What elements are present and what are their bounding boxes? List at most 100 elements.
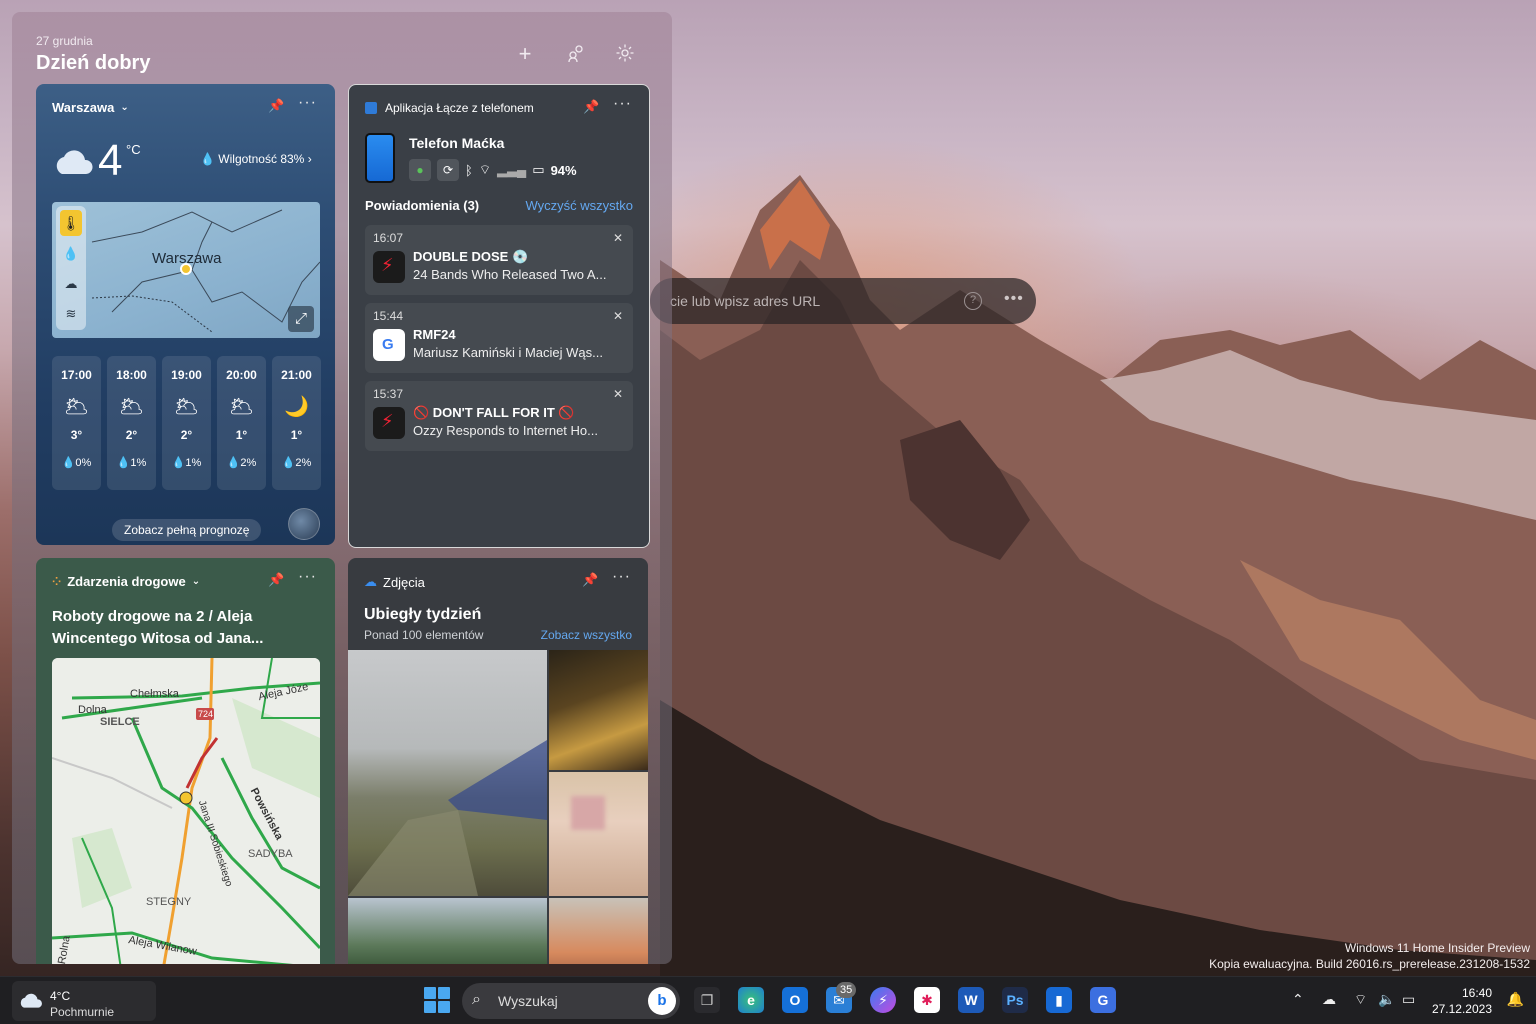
sync-icon[interactable]: ⟳ — [437, 159, 459, 181]
trello-icon[interactable]: ▮ — [1046, 987, 1072, 1013]
notification-title: RMF24 — [413, 327, 456, 342]
traffic-headline[interactable]: Roboty drogowe na 2 / Aleja Wincentego W… — [52, 606, 320, 650]
phone-link-header: Aplikacja Łącze z telefonem — [365, 101, 534, 115]
expand-icon[interactable]: ⤢ — [288, 306, 314, 332]
photos-header: ☁ Zdjęcia — [364, 574, 425, 590]
cloud-layer-icon[interactable]: ☁ — [62, 276, 80, 294]
see-all-link[interactable]: Zobacz wszystko — [541, 628, 632, 642]
clear-all-link[interactable]: Wyczyść wszystko — [526, 198, 634, 213]
district-label: SADYBA — [248, 848, 293, 860]
task-view-icon[interactable]: ❐ — [694, 987, 720, 1013]
taskbar-clock[interactable]: 16:40 27.12.2023 — [1432, 985, 1492, 1017]
settings-gear-icon[interactable] — [614, 43, 636, 65]
bing-icon[interactable]: b — [648, 987, 676, 1015]
hour-temp: 1° — [235, 428, 248, 442]
close-icon[interactable]: ✕ — [613, 387, 623, 401]
district-label: STEGNY — [146, 896, 192, 908]
wifi-icon[interactable]: ⌔ — [1354, 991, 1367, 1009]
notification-item[interactable]: 15:37 ✕ 🚫 DON'T FALL FOR IT 🚫 Ozzy Respo… — [365, 381, 633, 451]
search-icon: ⌕ — [472, 991, 481, 1008]
people-icon[interactable] — [566, 43, 588, 65]
notifications-label: Powiadomienia (3) — [365, 198, 480, 213]
full-forecast-button[interactable]: Zobacz pełną prognozę — [112, 519, 262, 541]
photos-count: Ponad 100 elementów — [364, 628, 484, 642]
hour-forecast-item[interactable]: 19:00 🌥 2° 💧1% — [162, 356, 211, 490]
humidity-link[interactable]: 💧 Wilgotność 83% › — [200, 152, 312, 166]
wind-icon[interactable]: ≋ — [62, 306, 80, 324]
edge-canary-icon[interactable]: e — [738, 987, 764, 1013]
photo-thumbnail[interactable] — [348, 650, 547, 896]
map-city-label: Warszawa — [152, 250, 222, 267]
photo-thumbnail[interactable] — [549, 772, 648, 896]
hour-forecast-item[interactable]: 20:00 🌥 1° 💧2% — [217, 356, 266, 490]
traffic-header[interactable]: ⁘ Zdarzenia drogowe ⌄ — [52, 574, 200, 589]
app-avatar-icon — [373, 251, 405, 283]
taskbar-search[interactable]: ⌕ Wyszukaj b — [462, 983, 680, 1019]
watermark-line-1: Windows 11 Home Insider Preview — [1344, 941, 1530, 955]
phone-status-row: ● ⟳ ᛒ ⌔ ▂▃▄ ▭ 94% — [409, 159, 577, 181]
photoshop-icon[interactable]: Ps — [1002, 987, 1028, 1013]
messenger-icon[interactable]: ⚡ — [870, 987, 896, 1013]
windows-watermark: Windows 11 Home Insider Preview Kopia ew… — [1209, 940, 1530, 972]
search-placeholder: Wyszukaj — [498, 993, 558, 1009]
notification-item[interactable]: 16:07 ✕ DOUBLE DOSE 💿 24 Bands Who Relea… — [365, 225, 633, 295]
traffic-widget[interactable]: ⁘ Zdarzenia drogowe ⌄ 📌 ··· Roboty drogo… — [36, 558, 335, 964]
hour-forecast-item[interactable]: 17:00 🌥 3° 💧0% — [52, 356, 101, 490]
mail-badge: 35 — [836, 982, 857, 998]
slack-icon[interactable]: ✱ — [914, 987, 940, 1013]
volume-icon[interactable]: 🔈 — [1378, 991, 1395, 1008]
outlook-icon[interactable]: O — [782, 987, 808, 1013]
onedrive-cloud-icon: ☁ — [364, 574, 377, 589]
more-options-icon[interactable]: ··· — [298, 94, 317, 112]
close-icon[interactable]: ✕ — [613, 309, 623, 323]
photo-thumbnail[interactable] — [549, 650, 648, 770]
chevron-up-icon[interactable]: ⌃ — [1292, 991, 1304, 1008]
app-avatar-icon — [373, 407, 405, 439]
translate-icon[interactable]: G — [1090, 987, 1116, 1013]
notification-bell-icon[interactable]: 🔔 — [1507, 991, 1524, 1008]
thermometer-icon[interactable]: 🌡 — [60, 210, 82, 236]
hour-forecast-item[interactable]: 18:00 🌥 2° 💧1% — [107, 356, 156, 490]
more-options-icon[interactable]: ··· — [613, 95, 632, 113]
more-options-icon[interactable]: ••• — [1004, 290, 1024, 308]
notification-item[interactable]: 15:44 ✕ RMF24 Mariusz Kamiński i Maciej … — [365, 303, 633, 373]
more-options-icon[interactable]: ··· — [612, 568, 631, 586]
battery-icon[interactable]: ▭ — [1402, 991, 1415, 1008]
moon-phase-icon[interactable] — [288, 508, 320, 540]
traffic-app-icon: ⁘ — [52, 576, 62, 588]
start-button[interactable] — [424, 987, 450, 1013]
hour-precip: 💧1% — [171, 457, 202, 469]
word-icon[interactable]: W — [958, 987, 984, 1013]
current-temperature: 4 — [98, 136, 123, 185]
phone-link-widget[interactable]: Aplikacja Łącze z telefonem 📌 ··· Telefo… — [348, 84, 650, 548]
weather-widget[interactable]: Warszawa ⌄ 📌 ··· 4 °C 💧 Wilgotność 83% ›… — [36, 84, 335, 545]
photo-thumbnail[interactable] — [348, 898, 547, 964]
partly-cloudy-icon: 🌥 — [173, 396, 200, 418]
notification-time: 15:37 — [373, 387, 404, 401]
close-icon[interactable]: ✕ — [613, 231, 623, 245]
pin-icon[interactable]: 📌 — [583, 99, 599, 115]
widgets-panel: 27 grudnia Dzień dobry + Warszawa ⌄ 📌 ··… — [12, 12, 672, 964]
notification-time: 16:07 — [373, 231, 404, 245]
add-widget-icon[interactable]: + — [514, 43, 536, 65]
photo-thumbnail[interactable] — [549, 898, 648, 964]
photos-widget[interactable]: ☁ Zdjęcia 📌 ··· Ubiegły tydzień Ponad 10… — [348, 558, 648, 964]
weather-map[interactable]: 🌡 💧 ☁ ≋ Warszawa ⤢ — [52, 202, 320, 338]
pin-icon[interactable]: 📌 — [268, 98, 284, 114]
more-options-icon[interactable]: ··· — [298, 568, 317, 586]
clock-time: 16:40 — [1461, 986, 1492, 1000]
hour-time: 19:00 — [171, 368, 202, 382]
hour-forecast-item[interactable]: 21:00 🌙 1° 💧2% — [272, 356, 321, 490]
browser-address-bar[interactable]: cie lub wpisz adres URL ? ••• — [650, 278, 1036, 324]
precipitation-icon[interactable]: 💧 — [62, 246, 80, 264]
onedrive-icon[interactable]: ☁ — [1322, 991, 1336, 1008]
hour-precip: 💧0% — [61, 457, 92, 469]
pin-icon[interactable]: 📌 — [268, 572, 284, 588]
battery-icon: ▭ — [532, 162, 545, 177]
help-icon[interactable]: ? — [964, 292, 982, 310]
weather-location-selector[interactable]: Warszawa ⌄ — [52, 100, 129, 115]
notification-body: 24 Bands Who Released Two A... — [413, 267, 607, 282]
pin-icon[interactable]: 📌 — [582, 572, 598, 588]
traffic-map[interactable]: Chełmska Dolna SIELCE Aleja Józe 724 Pow… — [52, 658, 320, 964]
taskbar-weather-widget[interactable]: 4°C Pochmurnie — [12, 981, 156, 1021]
